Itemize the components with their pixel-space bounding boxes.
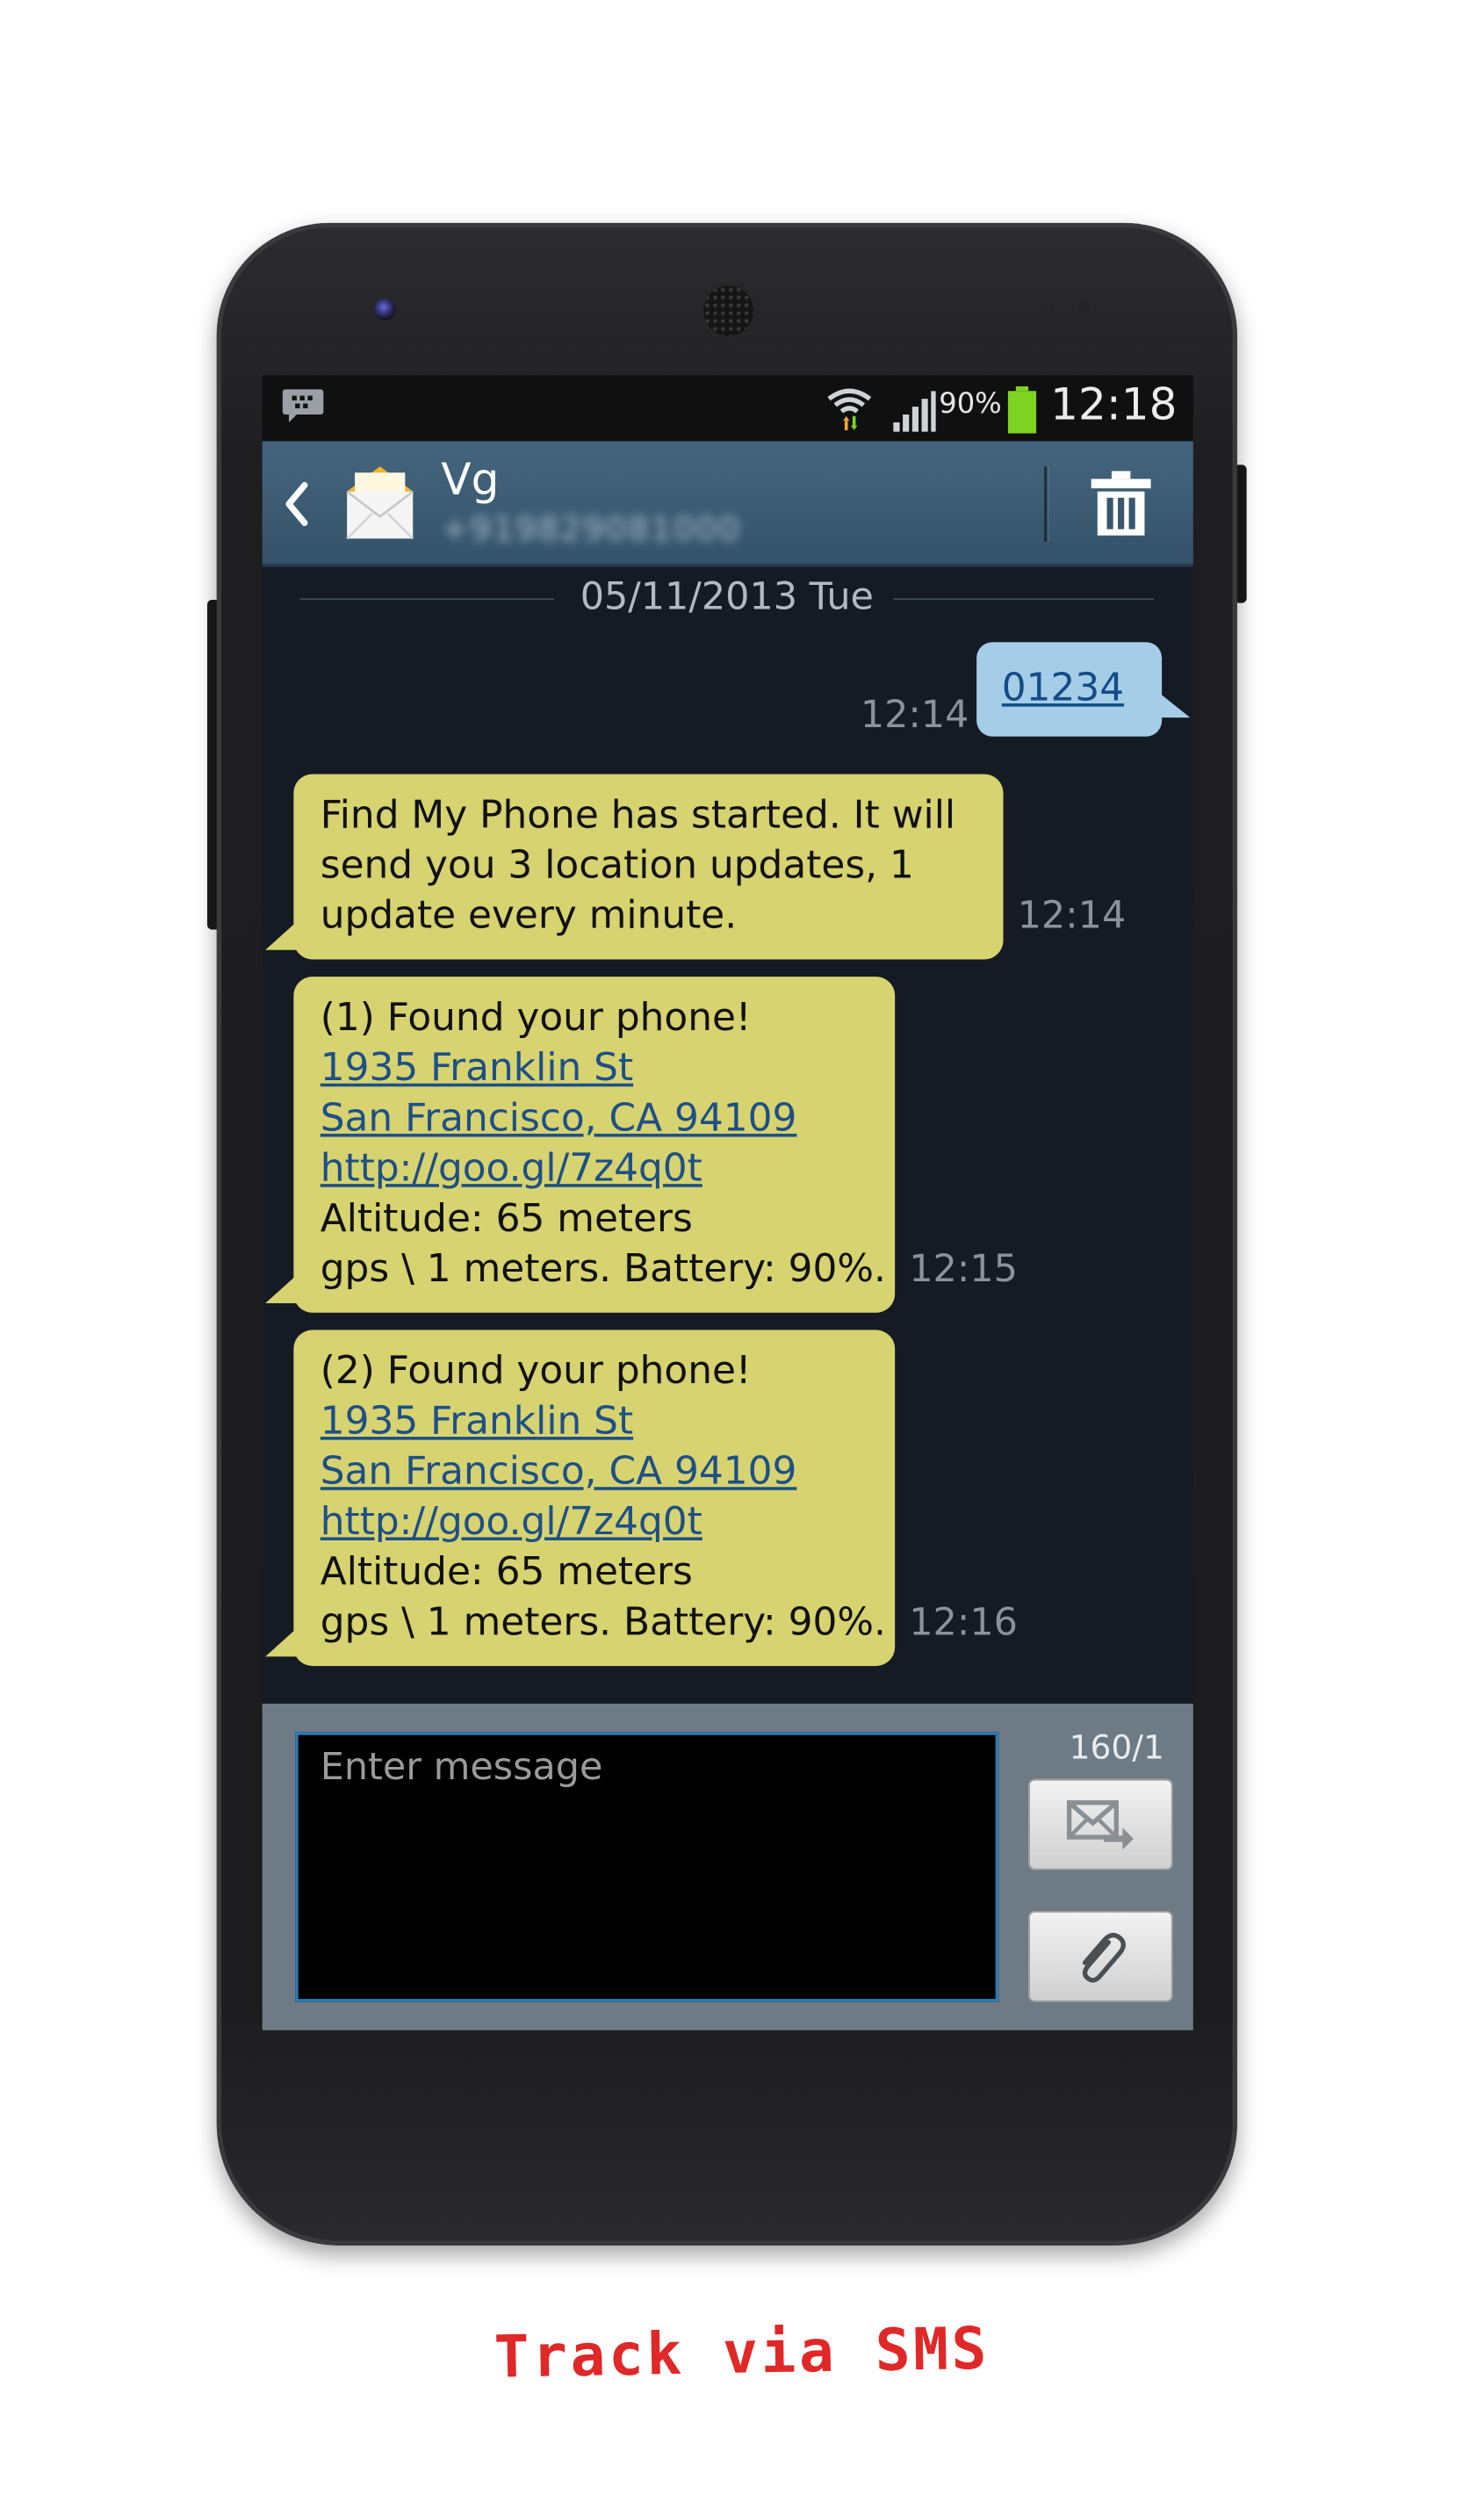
message-line: send you 3 location updates, 1 [320,841,914,888]
compose-bar: Enter message 160/1 [262,1703,1193,2030]
bubble-tail [265,1628,297,1657]
battery-icon [1007,386,1037,434]
earpiece-speaker [703,285,754,336]
sent-message-bubble[interactable]: 01234 [976,642,1191,737]
message-heading: (1) Found your phone! [320,993,752,1040]
message-heading: (2) Found your phone! [320,1347,752,1393]
paperclip-icon [1082,1932,1126,1983]
light-sensor [1077,301,1090,314]
message-input-placeholder: Enter message [320,1744,603,1789]
back-icon[interactable] [277,476,312,532]
message-line: update every minute. [320,891,738,938]
proximity-sensor [1042,301,1055,314]
date-divider-left [299,598,555,601]
altitude-text: Altitude: 65 meters [320,1547,693,1594]
status-bar: 90% 12:18 [262,375,1193,442]
contact-name: Vg [441,453,500,506]
address-link[interactable]: 1935 Franklin St [321,1044,633,1090]
altitude-text: Altitude: 65 meters [320,1194,693,1241]
bubble-tail [265,1274,297,1304]
send-icon [1066,1799,1134,1850]
map-url-link[interactable]: http://goo.gl/7z4q0t [321,1144,702,1190]
promo-caption: Track via SMS [493,2314,991,2391]
date-divider-right [893,598,1155,601]
message-time: 12:14 [1017,893,1127,938]
message-time: 12:16 [909,1599,1018,1645]
signal-icon [893,391,936,432]
address-link[interactable]: San Francisco, CA 94109 [321,1448,797,1494]
map-url-link[interactable]: http://goo.gl/7z4q0t [321,1498,702,1544]
address-link[interactable]: 1935 Franklin St [321,1397,633,1443]
header-divider [1044,466,1048,542]
gps-battery-text: gps \ 1 meters. Battery: 90%. [320,1598,886,1645]
message-time: 12:14 [860,692,969,737]
conversation-header: Vg +919829081000 [262,441,1193,567]
message-line: Find My Phone has started. It will [320,791,956,838]
status-clock: 12:18 [1050,378,1178,430]
battery-percentage: 90% [939,387,1002,422]
date-separator: 05/11/2013 Tue [580,574,874,619]
sent-message-text[interactable]: 01234 [1002,664,1124,710]
message-input[interactable]: Enter message [295,1732,999,2002]
contact-number: +919829081000 [441,510,741,549]
send-button[interactable] [1028,1778,1173,1871]
bubble-tail [265,921,297,950]
phone-screen: 90% 12:18 Vg +919829081000 05/11/2013 Tu… [262,375,1193,2030]
received-message-bubble[interactable]: Find My Phone has started. It will send … [265,774,1004,960]
bbm-icon [282,389,324,422]
trash-icon[interactable] [1088,470,1154,539]
address-link[interactable]: San Francisco, CA 94109 [321,1094,797,1140]
character-counter: 160/1 [1069,1728,1164,1767]
envelope-icon [346,466,414,540]
gps-battery-text: gps \ 1 meters. Battery: 90%. [320,1244,886,1291]
attach-button[interactable] [1028,1910,1173,2002]
message-time: 12:15 [909,1246,1018,1291]
front-camera [373,298,396,321]
bubble-tail [1158,692,1191,718]
wifi-icon [827,388,872,430]
received-message-bubble[interactable]: (1) Found your phone! 1935 Franklin St S… [265,977,896,1313]
received-message-bubble[interactable]: (2) Found your phone! 1935 Franklin St S… [265,1330,896,1667]
